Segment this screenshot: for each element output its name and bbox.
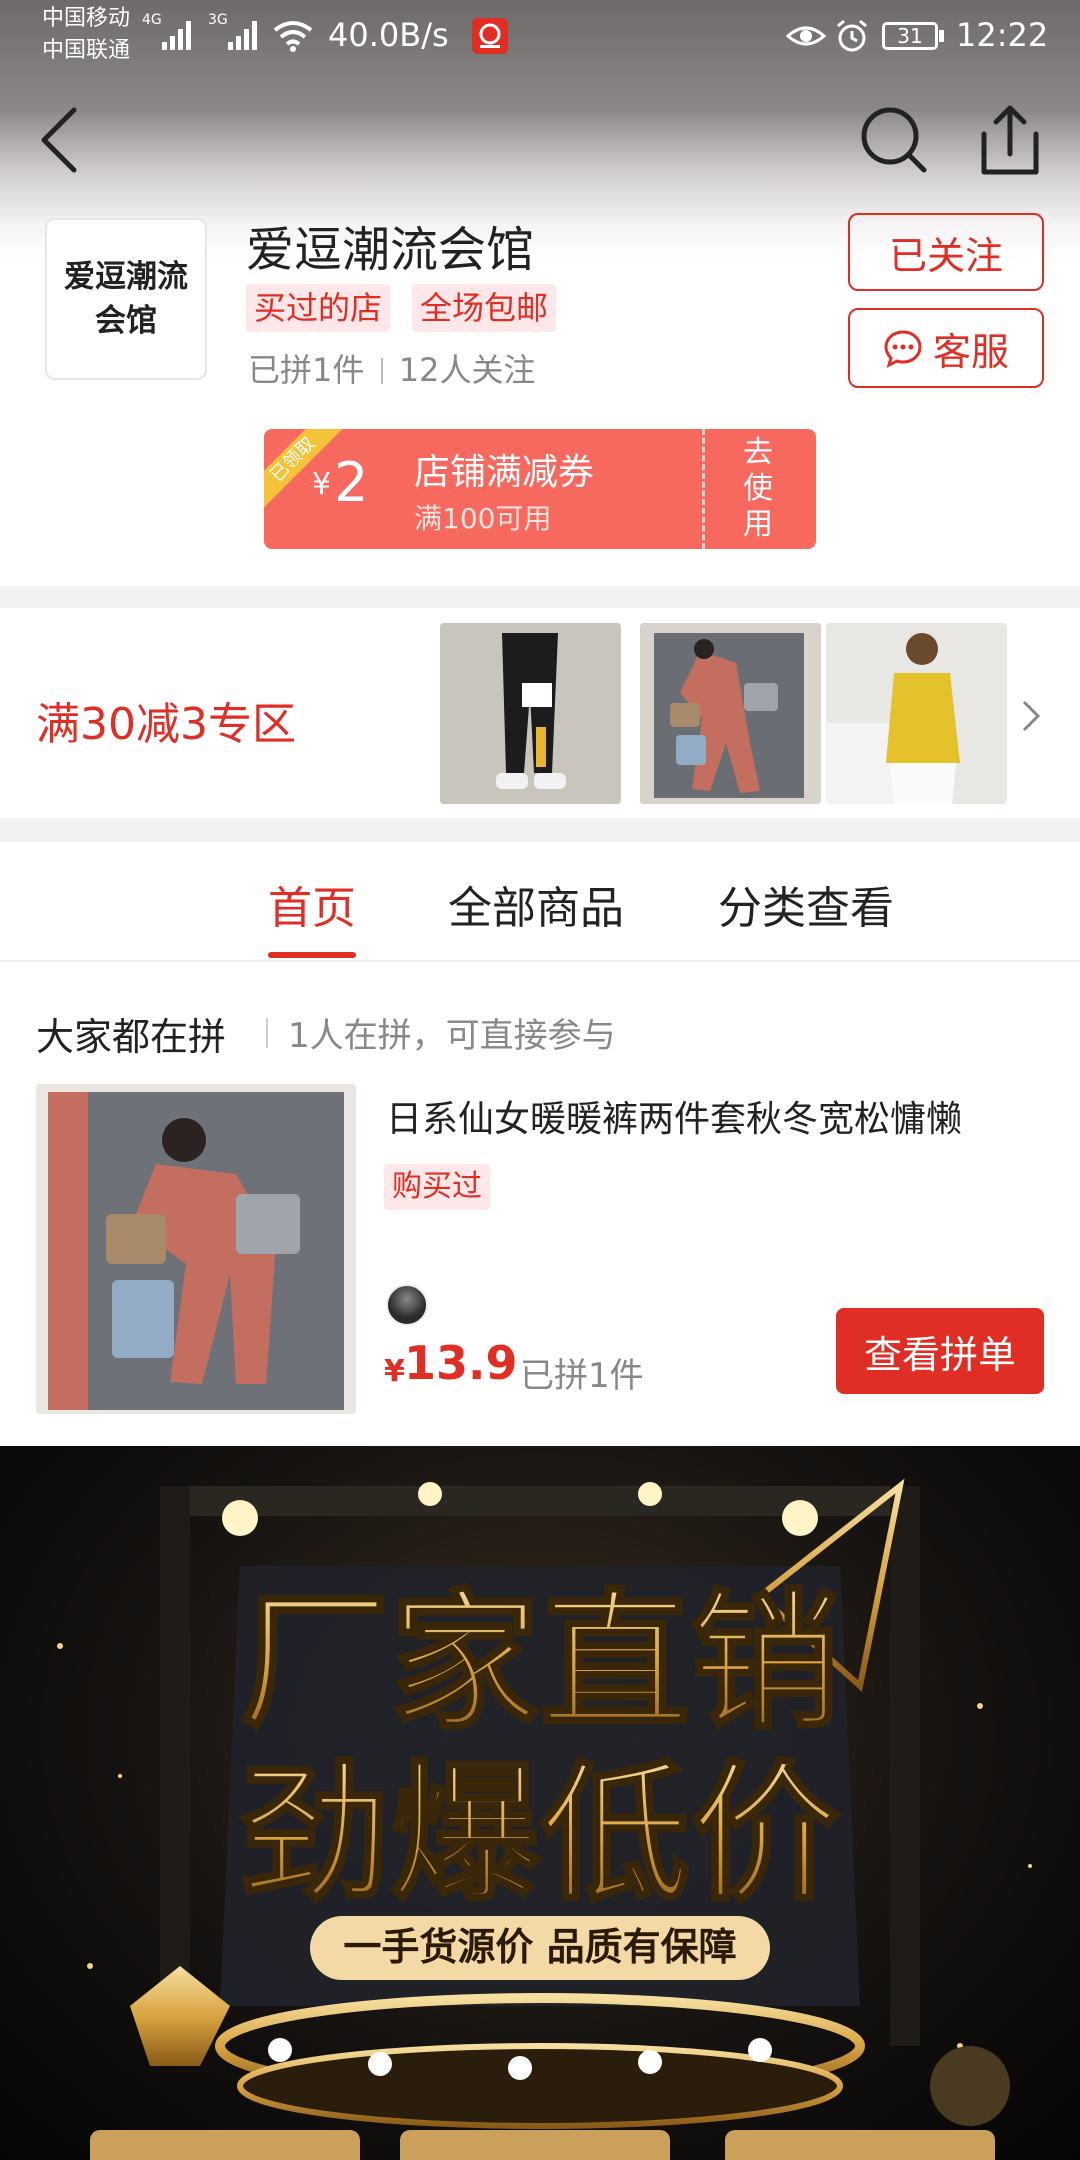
group-heading-divider [266, 1018, 268, 1048]
shop-coupon[interactable]: 已领取 ¥ 2 店铺满减券 满100可用 去使用 [264, 429, 816, 549]
group-product-title[interactable]: 日系仙女暖暖裤两件套秋冬宽松慵懒 [386, 1090, 962, 1142]
network-speed: 40.0B/s [328, 16, 449, 54]
product-pants-image [440, 623, 621, 804]
banner-headline-2: 劲爆低价 [240, 1748, 840, 1922]
banner-tagline: 一手货源价 品质有保障 [343, 1925, 736, 1969]
signal-icon [162, 21, 191, 50]
wifi-icon [273, 21, 313, 52]
status-bar: 中国移动 中国联通 4G 3G 40.0B/s 31 12:22 [0, 0, 1080, 70]
group-product-image[interactable] [36, 1084, 356, 1414]
promo-title: 满30减3专区 [36, 699, 296, 750]
network-4g: 4G [142, 12, 162, 28]
chat-bubble-icon [884, 330, 922, 368]
shop-stats: 已拼1件 12人关注 [248, 345, 535, 391]
stats-followers: 12人关注 [398, 351, 536, 389]
banner-headline-1: 厂家直销 [240, 1576, 840, 1750]
coupon-divider [702, 429, 705, 549]
search-icon [861, 107, 927, 173]
eye-icon [786, 26, 826, 46]
network-3g: 3G [208, 12, 228, 28]
coupon-condition: 满100可用 [414, 502, 552, 535]
back-button[interactable] [20, 100, 100, 180]
sold-count: 已拼1件 [520, 1356, 644, 1396]
tab-bar: 首页 全部商品 分类查看 [0, 842, 1080, 962]
group-subheading: 1人在拼，可直接参与 [288, 1016, 616, 1056]
coupon-amount: 2 [334, 451, 369, 514]
carrier-1: 中国移动 [42, 6, 131, 31]
shop-logo[interactable]: 爱逗潮流会馆 [45, 218, 207, 380]
view-group-button[interactable]: 查看拼单 [836, 1308, 1044, 1394]
promo-banner[interactable]: 厂家直销 劲爆低价 一手货源价 品质有保障 [0, 1446, 1080, 2160]
coupon-currency: ¥ [312, 467, 332, 502]
app-notification-icon [472, 18, 508, 54]
coupon-title: 店铺满减券 [414, 452, 595, 493]
promo-product-image-2[interactable] [640, 623, 821, 804]
stats-divider [380, 358, 383, 384]
tab-all-products[interactable]: 全部商品 [448, 872, 624, 936]
battery-tip [939, 30, 944, 42]
promo-product-image-1[interactable] [440, 623, 621, 804]
group-buy-section: 大家都在拼 1人在拼，可直接参与 日系仙女暖暖裤两件套秋冬宽松慵懒 购买过 ¥ … [0, 964, 1080, 1444]
stats-sold: 已拼1件 [248, 351, 365, 389]
tab-active-indicator [268, 952, 356, 958]
battery-icon: 31 [882, 22, 938, 50]
promo-product-image-3[interactable] [826, 623, 1007, 804]
product-pajama-photo [48, 1092, 344, 1410]
share-button[interactable] [970, 100, 1050, 180]
avatar [386, 1284, 428, 1326]
alarm-icon [837, 19, 867, 52]
shop-name: 爱逗潮流会馆 [246, 222, 535, 278]
follow-label: 已关注 [888, 233, 1003, 278]
section-separator-2 [0, 818, 1080, 842]
price-currency: ¥ [384, 1354, 405, 1389]
customer-service-button[interactable]: 客服 [848, 308, 1044, 388]
signal-icon-2 [228, 21, 257, 50]
carrier-2: 中国联通 [42, 38, 131, 63]
promo-zone[interactable]: 满30减3专区 [0, 610, 1080, 818]
price: 13.9 [404, 1336, 518, 1390]
follow-button[interactable]: 已关注 [848, 213, 1044, 291]
banner-artwork: 厂家直销 劲爆低价 一手货源价 品质有保障 [57, 1478, 1032, 2160]
shop-header: 中国移动 中国联通 4G 3G 40.0B/s 31 12:22 爱逗潮流会馆 … [0, 0, 1080, 580]
chevron-left-icon [41, 107, 77, 173]
product-pajama-image [640, 623, 821, 804]
search-button[interactable] [854, 100, 934, 180]
clock: 12:22 [956, 16, 1049, 54]
section-separator [0, 586, 1080, 608]
bought-badge: 购买过 [384, 1164, 490, 1210]
coupon-use-button[interactable]: 去使用 [730, 435, 786, 543]
shop-logo-text: 爱逗潮流会馆 [64, 259, 188, 339]
group-heading: 大家都在拼 [36, 1015, 227, 1059]
product-sweater-image [826, 623, 1007, 804]
chevron-right-icon[interactable] [1016, 696, 1046, 736]
share-icon [981, 105, 1039, 175]
service-label: 客服 [932, 329, 1009, 374]
tab-categories[interactable]: 分类查看 [718, 872, 894, 936]
tag-free-shipping: 全场包邮 [412, 284, 557, 332]
tag-bought-before: 买过的店 [246, 284, 391, 332]
tab-home[interactable]: 首页 [268, 872, 356, 936]
